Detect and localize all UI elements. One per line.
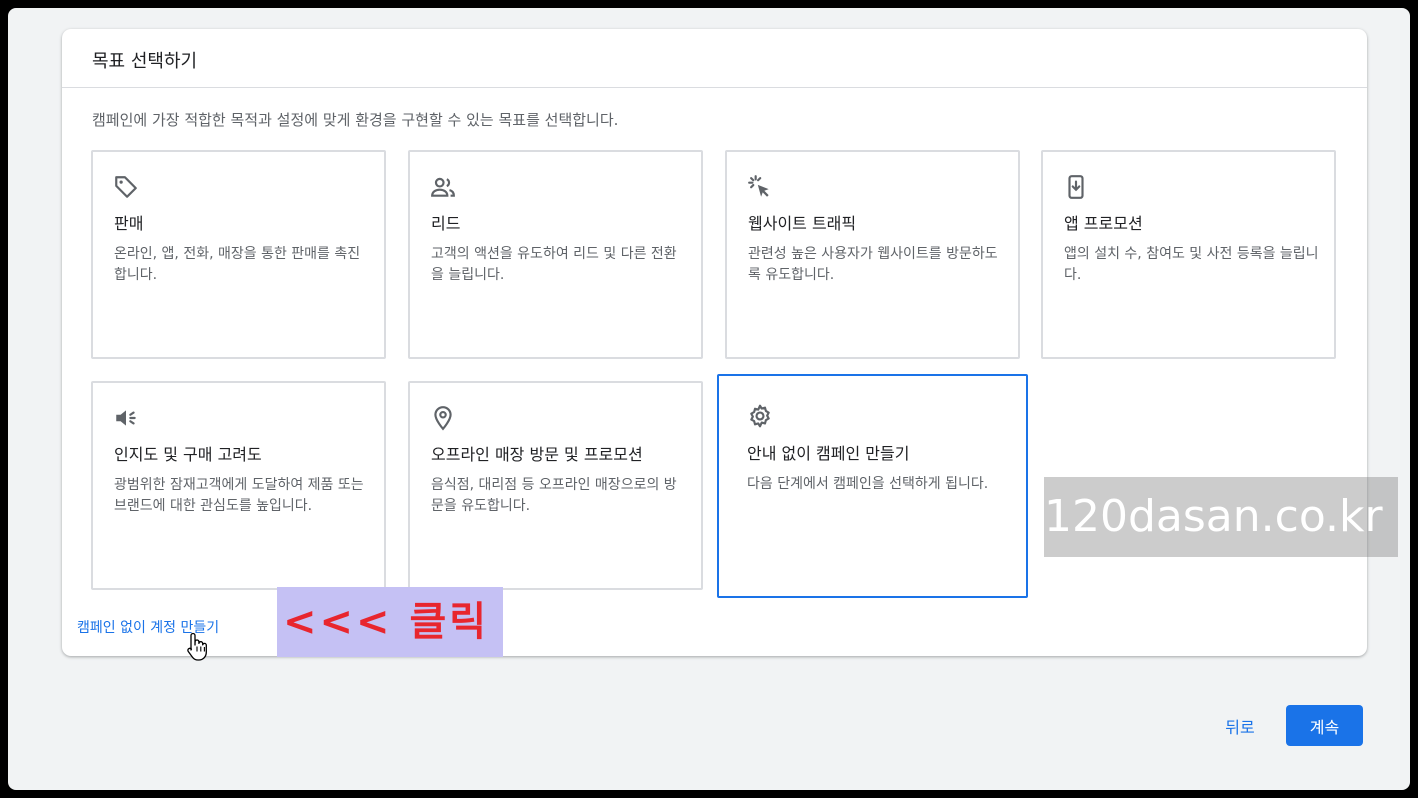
phone-download-icon xyxy=(1063,174,1089,200)
goal-card-title: 안내 없이 캠페인 만들기 xyxy=(747,444,910,463)
click-annotation: <<< 클릭 xyxy=(277,587,503,657)
cursor-click-icon xyxy=(747,174,773,200)
goal-card-website-traffic[interactable]: 웹사이트 트래픽 관련성 높은 사용자가 웹사이트를 방문하도록 유도합니다. xyxy=(725,150,1020,359)
hand-cursor-icon xyxy=(186,631,210,663)
goal-card-title: 리드 xyxy=(431,214,461,233)
app-window: 목표 선택하기 캠페인에 가장 적합한 목적과 설정에 맞게 환경을 구현할 수… xyxy=(8,8,1410,790)
goal-card-store-visits[interactable]: 오프라인 매장 방문 및 프로모션 음식점, 대리점 등 오프라인 매장으로의 … xyxy=(408,381,703,590)
goal-card-description: 온라인, 앱, 전화, 매장을 통한 판매를 촉진합니다. xyxy=(114,246,361,283)
goal-card-sales[interactable]: 판매 온라인, 앱, 전화, 매장을 통한 판매를 촉진합니다. xyxy=(91,150,386,359)
gear-icon xyxy=(747,403,773,429)
goal-card-title: 웹사이트 트래픽 xyxy=(748,214,857,233)
goal-card-description: 다음 단계에서 캠페인을 선택하게 됩니다. xyxy=(747,476,989,492)
panel-divider xyxy=(62,87,1367,88)
goal-selection-panel: 목표 선택하기 캠페인에 가장 적합한 목적과 설정에 맞게 환경을 구현할 수… xyxy=(62,29,1367,661)
speaker-icon xyxy=(113,405,139,431)
goal-card-title: 앱 프로모션 xyxy=(1064,214,1143,233)
back-button[interactable]: 뒤로 xyxy=(1208,706,1272,746)
panel-title: 목표 선택하기 xyxy=(92,51,198,72)
goal-card-leads[interactable]: 리드 고객의 액션을 유도하여 리드 및 다른 전환을 늘립니다. xyxy=(408,150,703,359)
goal-card-no-guidance[interactable]: 안내 없이 캠페인 만들기 다음 단계에서 캠페인을 선택하게 됩니다. xyxy=(717,374,1028,598)
goal-card-description: 앱의 설치 수, 참여도 및 사전 등록을 늘립니다. xyxy=(1064,246,1319,283)
goal-card-description: 음식점, 대리점 등 오프라인 매장으로의 방문을 유도합니다. xyxy=(431,477,677,514)
goal-card-title: 인지도 및 구매 고려도 xyxy=(114,445,262,464)
goal-card-description: 관련성 높은 사용자가 웹사이트를 방문하도록 유도합니다. xyxy=(748,246,998,283)
watermark: 120dasan.co.kr xyxy=(1044,477,1398,557)
panel-description: 캠페인에 가장 적합한 목적과 설정에 맞게 환경을 구현할 수 있는 목표를 … xyxy=(92,111,619,129)
goal-card-description: 광범위한 잠재고객에게 도달하여 제품 또는 브랜드에 대한 관심도를 높입니다… xyxy=(114,477,364,514)
goal-card-title: 판매 xyxy=(114,214,144,233)
goal-card-description: 고객의 액션을 유도하여 리드 및 다른 전환을 늘립니다. xyxy=(431,246,677,283)
goal-card-app-promotion[interactable]: 앱 프로모션 앱의 설치 수, 참여도 및 사전 등록을 늘립니다. xyxy=(1041,150,1336,359)
continue-button[interactable]: 계속 xyxy=(1286,705,1363,746)
goal-card-awareness[interactable]: 인지도 및 구매 고려도 광범위한 잠재고객에게 도달하여 제품 또는 브랜드에… xyxy=(91,381,386,590)
goal-card-title: 오프라인 매장 방문 및 프로모션 xyxy=(431,445,643,464)
people-icon xyxy=(430,174,456,200)
location-pin-icon xyxy=(430,405,456,431)
tag-icon xyxy=(113,174,139,200)
